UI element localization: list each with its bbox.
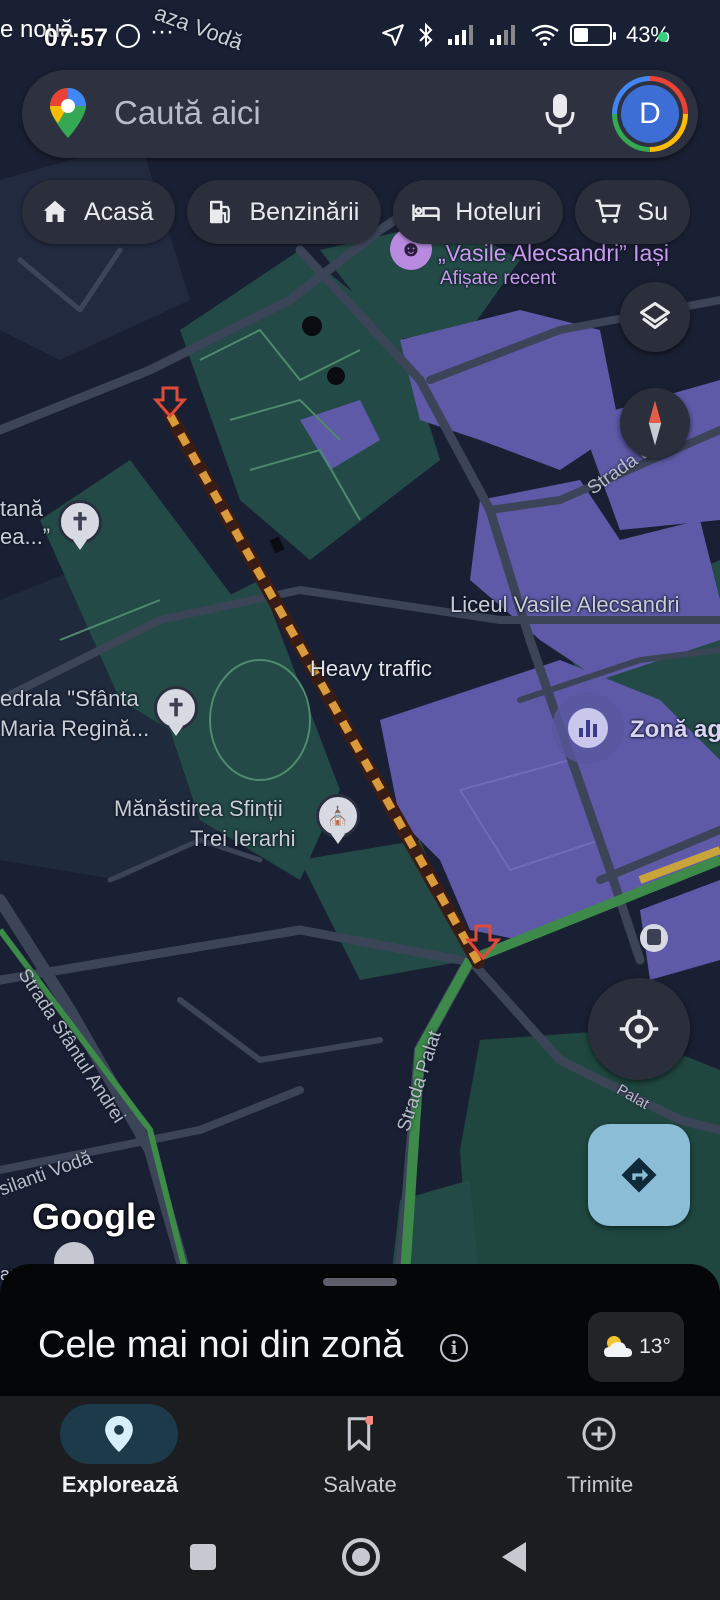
bookmark-icon [347,1416,373,1451]
sheet-drag-handle[interactable] [323,1278,397,1286]
signal-icon [447,25,473,45]
my-location-button[interactable] [588,978,690,1080]
monastery-label-a: Mănăstirea Sfinții [114,796,283,821]
nav-saved[interactable]: Salvate [240,1396,480,1516]
nav-saved-pill [300,1404,418,1464]
school-label: Liceul Vasile Alecsandri [450,592,680,617]
heavy-traffic-label: Heavy traffic [310,656,432,681]
back-button[interactable] [500,1540,528,1574]
chip-supermarkets[interactable]: Su [575,180,691,244]
chip-label: Hoteluri [455,197,542,226]
avatar-letter: D [621,85,679,143]
chip-label: Su [637,197,669,226]
directions-icon [621,1157,657,1193]
poi-recent-name: „Vasile Alecsandri” Iași [438,240,669,266]
poi-recent-subtitle: Afișate recent [440,268,557,289]
nav-label: Salvate [323,1472,397,1497]
chip-hotels[interactable]: Hoteluri [393,180,564,244]
status-bar: e nouă 07:57 ··· 43% [0,0,720,70]
cart-icon [595,199,622,223]
category-chips: Acasă Benzinării Hoteluri Su [22,180,691,244]
system-navigation-bar [0,1516,720,1600]
gas-station-icon [210,200,231,224]
status-icons: 43% [380,22,670,48]
nav-label: Explorează [61,1472,179,1497]
cathedral-label-a: edrala "Sfânta [0,686,139,711]
nav-contribute[interactable]: Trimite [480,1396,720,1516]
info-icon[interactable]: i [440,1334,468,1362]
directions-button[interactable] [588,1124,690,1226]
avatar[interactable]: D [612,76,688,152]
church-label-b: ea...” [0,524,51,549]
nav-label: Trimite [566,1472,634,1497]
nav-contribute-pill [540,1404,658,1464]
church-label-a: tană [0,496,43,521]
bluetooth-icon [419,22,433,48]
hotel-icon [412,204,441,221]
chip-label: Acasă [84,197,154,226]
church-pin-icon[interactable]: ✝ [58,500,102,550]
partly-cloudy-icon [604,1336,633,1357]
cathedral-pin-icon[interactable]: ✝ [154,686,198,736]
add-circle-icon [582,1417,616,1451]
google-maps-logo-icon [50,88,86,138]
temperature: 13° [639,1335,671,1358]
compass-icon [648,400,662,446]
chip-label: Benzinării [249,197,360,226]
nav-explore[interactable]: Explorează [0,1396,240,1516]
bottom-navigation: Explorează Salvate Trimite [0,1396,720,1516]
sheet-title: Cele mai noi din zonă [38,1324,404,1366]
location-pin-icon [105,1416,133,1452]
zone-label: Zonă ag [630,716,720,743]
recents-button[interactable] [190,1544,216,1570]
compass-button[interactable] [620,388,690,458]
monastery-label-b: Trei Ierarhi [190,826,296,851]
chip-gas-stations[interactable]: Benzinării [187,180,382,244]
location-icon [382,24,404,46]
status-time: 07:57 [44,24,108,52]
whatsapp-icon [116,24,140,48]
google-logo: Google [32,1196,156,1237]
crosshair-icon [619,1009,659,1049]
home-button[interactable] [342,1538,380,1576]
cathedral-label-b: Maria Regină... [0,716,150,741]
weather-badge[interactable]: 13° [588,1312,684,1382]
search-input[interactable]: Caută aici [114,94,261,132]
more-icon: ··· [150,18,174,45]
search-bar[interactable]: Caută aici D [22,70,698,158]
privacy-dot [658,32,668,42]
microphone-icon[interactable] [540,90,580,138]
signal-icon [489,25,515,45]
bottom-sheet[interactable]: Cele mai noi din zonă i 13° [0,1264,720,1396]
wifi-icon [531,24,559,46]
home-icon [43,200,67,222]
battery-icon [569,24,616,46]
layers-button[interactable] [620,282,690,352]
monastery-pin-icon[interactable]: ⛪ [316,794,360,844]
nav-explore-pill [60,1404,178,1464]
layers-icon [640,302,670,329]
chip-home[interactable]: Acasă [22,180,176,244]
